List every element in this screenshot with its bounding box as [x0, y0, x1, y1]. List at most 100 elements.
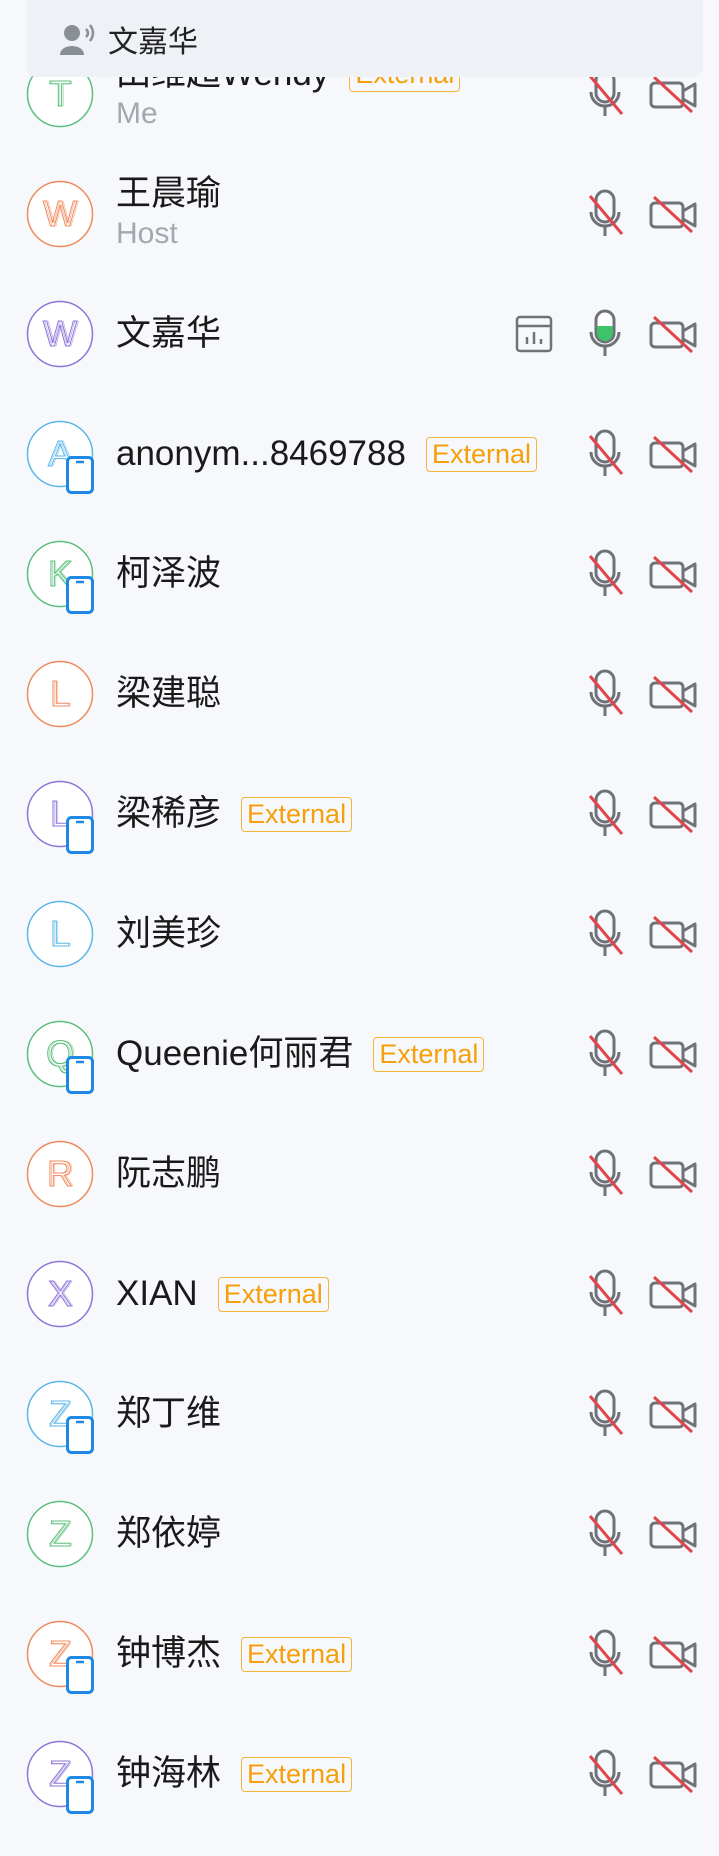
participant-name-line: 王晨瑜	[116, 172, 221, 216]
mic-muted-icon[interactable]	[584, 1148, 626, 1200]
mic-muted-icon[interactable]	[584, 188, 626, 240]
participant-name-line: 文嘉华	[116, 312, 221, 356]
mic-muted-icon[interactable]	[584, 788, 626, 840]
camera-off-icon[interactable]	[648, 1034, 698, 1074]
participant-name: 王晨瑜	[116, 174, 222, 213]
external-badge: External	[241, 1756, 353, 1792]
participant-row[interactable]: W W 文嘉华	[0, 300, 719, 420]
participant-row[interactable]: Z Z 郑丁维	[0, 1380, 719, 1500]
participant-name: anonym...8469788	[116, 434, 406, 473]
external-badge: External	[373, 1036, 485, 1072]
mobile-device-icon	[66, 816, 94, 854]
mobile-device-icon	[66, 1656, 94, 1694]
mic-muted-icon[interactable]	[584, 1388, 626, 1440]
avatar: W W	[26, 300, 94, 368]
mic-muted-icon[interactable]	[584, 908, 626, 960]
participant-list: T T 田维超WendyExternalMe W W 王晨瑜 Host W W 文…	[0, 0, 719, 1856]
camera-off-icon[interactable]	[648, 914, 698, 954]
participant-name: 阮志鹏	[116, 1154, 222, 1193]
camera-off-icon[interactable]	[648, 554, 698, 594]
mobile-device-icon	[66, 456, 94, 494]
camera-off-icon[interactable]	[648, 674, 698, 714]
mic-muted-icon[interactable]	[584, 1028, 626, 1080]
participant-name-line: 梁建聪	[116, 672, 221, 716]
participant-row[interactable]: R R 阮志鹏	[0, 1140, 719, 1260]
svg-text:R: R	[49, 1153, 75, 1194]
participant-row[interactable]: K K 柯泽波	[0, 540, 719, 660]
mic-muted-icon[interactable]	[584, 668, 626, 720]
svg-text:T: T	[51, 73, 73, 114]
stats-icon[interactable]	[515, 315, 553, 353]
participant-name-line: 郑丁维	[116, 1392, 221, 1436]
participant-name-line: 柯泽波	[116, 552, 221, 596]
participant-name: 梁稀彦	[116, 794, 222, 833]
mic-muted-icon[interactable]	[584, 1508, 626, 1560]
participant-row[interactable]: A A anonym...8469788 External	[0, 420, 719, 540]
camera-off-icon[interactable]	[648, 1514, 698, 1554]
external-badge: External	[241, 796, 353, 832]
external-badge: External	[241, 1636, 353, 1672]
participant-row[interactable]: L L 梁稀彦 External	[0, 780, 719, 900]
camera-off-icon[interactable]	[648, 74, 698, 114]
participant-row[interactable]: Q Q Queenie何丽君 External	[0, 1020, 719, 1140]
camera-off-icon[interactable]	[648, 434, 698, 474]
mic-muted-icon[interactable]	[584, 1748, 626, 1800]
mic-muted-icon[interactable]	[584, 548, 626, 600]
participant-row[interactable]: T T 田维超WendyExternalMe	[0, 54, 719, 180]
svg-text:X: X	[49, 1273, 73, 1314]
svg-text:L: L	[51, 673, 71, 714]
participant-row[interactable]: Z Z 郑依婷	[0, 1500, 719, 1620]
camera-off-icon[interactable]	[648, 194, 698, 234]
mobile-device-icon	[66, 1776, 94, 1814]
camera-off-icon[interactable]	[648, 1154, 698, 1194]
external-badge: External	[217, 1276, 329, 1312]
participant-name: Queenie何丽君	[116, 1034, 354, 1073]
mobile-device-icon	[66, 1056, 94, 1094]
camera-off-icon[interactable]	[648, 1394, 698, 1434]
participant-name-line: 钟海林 External	[116, 1752, 353, 1796]
participant-name: 刘美珍	[116, 914, 222, 953]
participant-row[interactable]: W W 王晨瑜 Host	[0, 174, 719, 300]
svg-text:L: L	[51, 913, 71, 954]
avatar: L L	[26, 900, 94, 968]
avatar: R R	[26, 1140, 94, 1208]
avatar: L L	[26, 660, 94, 728]
participant-name: 梁建聪	[116, 674, 222, 713]
participant-role: Me	[116, 97, 158, 130]
camera-off-icon[interactable]	[648, 314, 698, 354]
participant-row[interactable]: X X XIAN External	[0, 1260, 719, 1380]
camera-off-icon[interactable]	[648, 794, 698, 834]
participant-role: Host	[116, 217, 178, 250]
participant-name-line: anonym...8469788 External	[116, 432, 538, 476]
participant-name-line: 刘美珍	[116, 912, 221, 956]
participant-row[interactable]: Z Z 钟海林 External	[0, 1740, 719, 1856]
participant-name: 钟博杰	[116, 1634, 222, 1673]
participant-name-line: 钟博杰 External	[116, 1632, 353, 1676]
participant-name-line: 梁稀彦 External	[116, 792, 353, 836]
svg-text:W: W	[45, 313, 79, 354]
avatar: W W	[26, 180, 94, 248]
camera-off-icon[interactable]	[648, 1754, 698, 1794]
participant-name: 柯泽波	[116, 554, 222, 593]
mic-muted-icon[interactable]	[584, 1268, 626, 1320]
camera-off-icon[interactable]	[648, 1634, 698, 1674]
participant-row[interactable]: L L 梁建聪	[0, 660, 719, 780]
external-badge: External	[425, 436, 538, 472]
svg-text:Z: Z	[51, 1513, 73, 1554]
svg-text:W: W	[45, 193, 79, 234]
mic-muted-icon[interactable]	[584, 1628, 626, 1680]
participant-name: 钟海林	[116, 1754, 222, 1793]
participant-name: 郑丁维	[116, 1394, 222, 1433]
participant-row[interactable]: Z Z 钟博杰 External	[0, 1620, 719, 1740]
mic-muted-icon[interactable]	[584, 428, 626, 480]
participant-row[interactable]: L L 刘美珍	[0, 900, 719, 1020]
participant-name: 郑依婷	[116, 1514, 222, 1553]
mic-active-icon[interactable]	[584, 308, 626, 360]
active-speaker-name: 文嘉华	[108, 25, 198, 59]
active-speaker-bar: 文嘉华	[26, 0, 703, 77]
mobile-device-icon	[66, 576, 94, 614]
participant-name-line: XIAN External	[116, 1272, 329, 1316]
avatar: Z Z	[26, 1500, 94, 1568]
camera-off-icon[interactable]	[648, 1274, 698, 1314]
mobile-device-icon	[66, 1416, 94, 1454]
